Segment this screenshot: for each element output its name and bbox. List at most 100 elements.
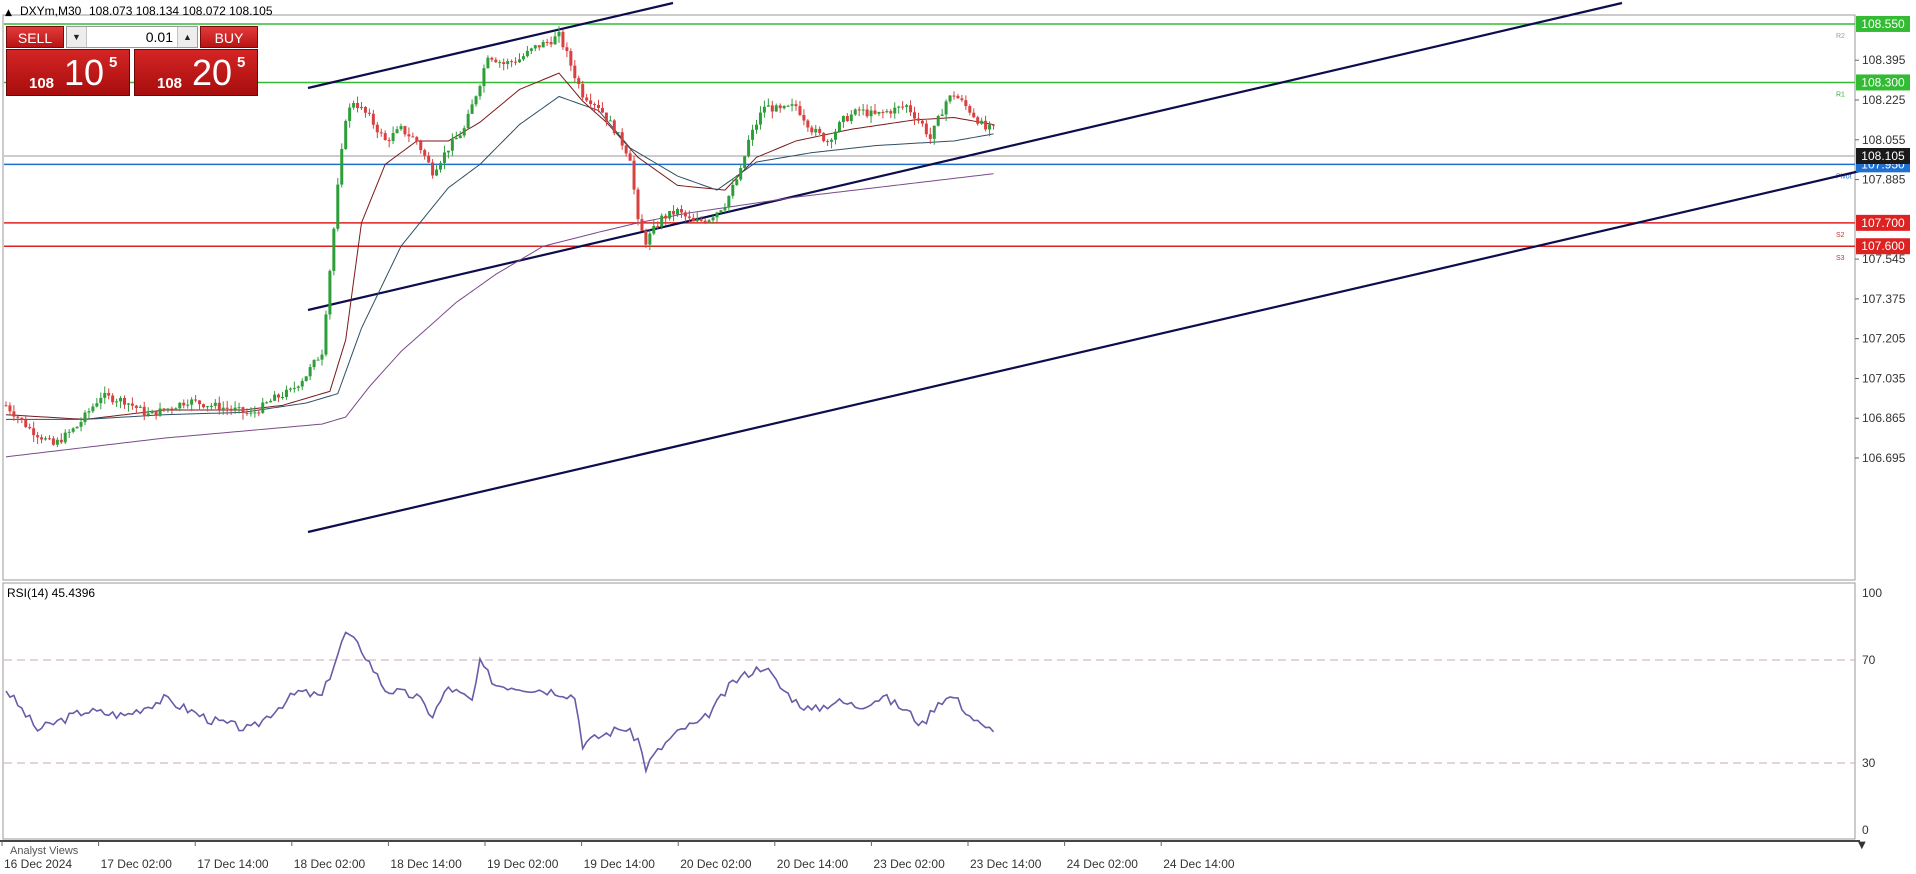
candle-body — [186, 404, 190, 406]
ask-price-fraction: 5 — [237, 54, 246, 71]
lot-increase-icon[interactable]: ▲ — [177, 27, 197, 47]
candle-body — [375, 124, 379, 133]
candle-body — [573, 65, 577, 79]
level-tag-0: R2 — [1836, 33, 1845, 40]
candle-body — [743, 156, 747, 169]
candle-body — [95, 403, 99, 407]
candle-body — [55, 439, 59, 445]
price-tick-9: 106.695 — [1862, 451, 1906, 465]
candle-body — [221, 407, 225, 411]
candle-body — [261, 402, 265, 413]
time-label-5: 19 Dec 02:00 — [487, 857, 559, 871]
candle-body — [881, 111, 885, 113]
analyst-views-tab[interactable]: Analyst Views — [10, 845, 79, 857]
bid-price-button[interactable]: 108 10 5 — [6, 49, 130, 96]
candle-body — [940, 114, 944, 117]
candle-body — [146, 413, 150, 416]
candle-body — [233, 407, 237, 410]
candle-body — [735, 179, 739, 185]
candle-body — [403, 126, 407, 135]
candle-body — [316, 359, 320, 361]
candle-body — [16, 416, 20, 418]
lot-size-value[interactable]: 0.01 — [146, 27, 173, 47]
candle-body — [166, 408, 170, 411]
time-label-8: 20 Dec 14:00 — [777, 857, 849, 871]
candle-body — [312, 359, 316, 368]
candle-body — [340, 148, 344, 185]
candle-body — [415, 137, 419, 142]
candle-body — [901, 106, 905, 108]
candle-body — [652, 226, 656, 234]
candle-body — [691, 217, 695, 222]
candle-body — [612, 120, 616, 134]
sell-button[interactable]: SELL — [6, 26, 64, 48]
lot-decrease-icon[interactable]: ▼ — [67, 27, 87, 47]
candle-body — [952, 95, 956, 97]
candle-body — [99, 397, 103, 404]
candle-body — [142, 406, 146, 416]
candle-body — [972, 112, 976, 118]
candle-body — [624, 145, 628, 154]
candle-body — [107, 392, 111, 396]
chart-area[interactable]: R2R1PivotS2S3 108.395108.225108.055107.8… — [0, 0, 1916, 874]
buy-button[interactable]: BUY — [200, 26, 258, 48]
candle-body — [790, 104, 794, 106]
candle-body — [91, 406, 95, 412]
symbol-caret-icon[interactable]: ▲ — [5, 8, 12, 18]
candle-body — [723, 207, 727, 211]
candle-body — [660, 215, 664, 227]
time-label-3: 18 Dec 02:00 — [294, 857, 366, 871]
candle-body — [79, 422, 83, 427]
scroll-down-icon[interactable]: ▼ — [1858, 840, 1866, 851]
candle-body — [877, 111, 881, 114]
candle-body — [111, 395, 115, 403]
candle-body — [865, 109, 869, 117]
candle-body — [423, 150, 427, 156]
candle-body — [960, 98, 964, 101]
candle-body — [640, 219, 644, 231]
candle-body — [861, 109, 865, 111]
candle-body — [747, 139, 751, 157]
candle-body — [687, 216, 691, 218]
candle-body — [213, 402, 217, 406]
lot-size-field[interactable]: ▼ 0.01 ▲ — [66, 26, 198, 48]
candle-body — [541, 42, 545, 48]
level-tag-3: S2 — [1836, 232, 1845, 239]
candle-body — [225, 407, 229, 409]
ask-price-button[interactable]: 108 20 5 — [134, 49, 258, 96]
candle-body — [683, 212, 687, 217]
candle-body — [363, 106, 367, 113]
candle-body — [644, 230, 648, 245]
candle-body — [798, 106, 802, 116]
candle-body — [837, 122, 841, 132]
candle-body — [758, 112, 762, 125]
candle-body — [83, 412, 87, 423]
candle-body — [134, 405, 138, 408]
candle-body — [822, 132, 826, 142]
bid-price-handle: 108 — [29, 75, 55, 92]
candle-body — [63, 432, 67, 443]
candle-body — [577, 78, 581, 85]
candle-body — [442, 152, 446, 164]
candle-body — [265, 402, 269, 404]
candle-body — [553, 36, 557, 45]
candle-body — [419, 141, 423, 151]
candle-body — [482, 68, 486, 87]
candle-body — [739, 168, 743, 180]
candle-body — [762, 106, 766, 113]
price-tick-3: 107.885 — [1862, 173, 1906, 187]
candle-body — [71, 428, 75, 432]
candle-body — [924, 123, 928, 135]
candle-body — [636, 189, 640, 220]
price-tick-7: 107.035 — [1862, 371, 1906, 385]
candle-body — [470, 104, 474, 114]
candle-body — [600, 107, 604, 113]
symbol-timeframe: DXYm,M30 — [20, 4, 82, 18]
candle-body — [909, 105, 913, 113]
candle-body — [119, 397, 123, 402]
candle-body — [59, 439, 63, 443]
candle-body — [920, 120, 924, 124]
bid-price-fraction: 5 — [109, 54, 118, 71]
candle-body — [585, 97, 589, 101]
candle-body — [4, 405, 8, 407]
